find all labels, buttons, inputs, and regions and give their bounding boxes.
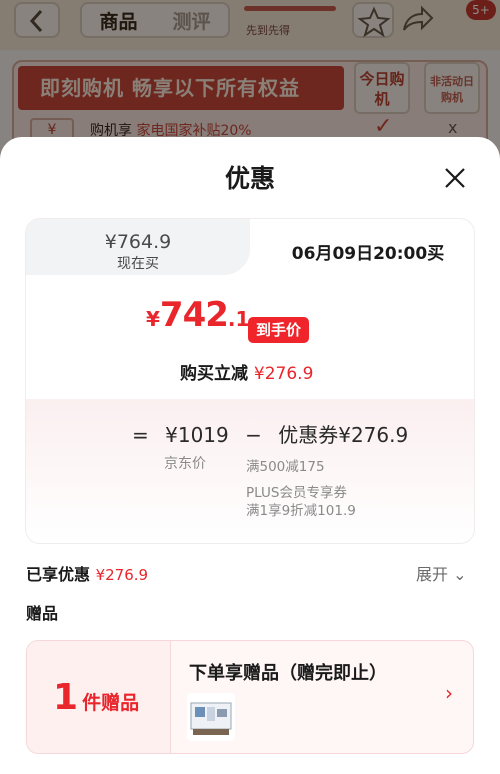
buy-later-tab[interactable]: 06月09日20:00买 [262, 239, 474, 264]
enjoyed-label: 已享优惠 [26, 565, 91, 584]
gift-card[interactable]: 1 件赠品 下单享赠品（赠完即止） › [26, 640, 474, 754]
formula-minus: − [245, 423, 262, 447]
price-card: ¥764.9 现在买 06月09日20:00买 ¥742.1 到手价 购买立减 … [26, 219, 474, 543]
close-button[interactable] [440, 163, 470, 193]
reduction-amount: ¥276.9 [253, 364, 314, 384]
close-icon [445, 168, 465, 188]
buy-now-tab[interactable]: ¥764.9 现在买 [26, 219, 250, 275]
final-price-integer: 742 [159, 295, 229, 335]
discount-sheet: 优惠 ¥764.9 现在买 06月09日20:00买 ¥742.1 到手价 购买… [0, 137, 500, 774]
coupon-condition-1: 满500减175 [246, 459, 325, 475]
gift-count: 1 件赠品 [53, 677, 139, 718]
final-price-decimal: .1 [227, 307, 250, 331]
coupon-plus-label: PLUS会员专享券 [246, 485, 347, 501]
instant-reduction: 购买立减 ¥276.9 [180, 359, 313, 384]
gift-headline: 下单享赠品（赠完即止） [189, 663, 387, 684]
gifts-section-title: 赠品 [26, 604, 59, 623]
formula-equals: = [132, 423, 149, 447]
chevron-right-icon: › [445, 681, 453, 705]
price-formula: = ¥1019 − 优惠券¥276.9 [132, 419, 418, 448]
enjoyed-amount: ¥276.9 [95, 566, 149, 584]
final-price: ¥742.1 [146, 295, 249, 335]
sheet-title: 优惠 [224, 164, 275, 193]
now-label: 现在买 [117, 256, 159, 272]
gift-product-icon [190, 702, 232, 735]
price-compare-header: ¥764.9 现在买 06月09日20:00买 [26, 219, 474, 275]
formula-jd-price: ¥1019 [165, 423, 229, 447]
price-breakdown: = ¥1019 − 优惠券¥276.9 京东价 满500减175 PLUS会员专… [26, 399, 474, 543]
gift-thumbnail-image[interactable] [187, 693, 235, 741]
formula-coupon: 优惠券¥276.9 [278, 423, 409, 447]
gift-count-unit: 件赠品 [82, 692, 140, 714]
hand-price-badge: 到手价 [248, 317, 310, 343]
gift-count-number: 1 [53, 677, 79, 718]
jd-price-label: 京东价 [164, 456, 206, 472]
reduction-label: 购买立减 [180, 364, 248, 384]
now-price: ¥764.9 [104, 231, 172, 253]
gift-count-box: 1 件赠品 [27, 641, 171, 753]
expand-button[interactable]: 展开 ⌄ [416, 561, 467, 585]
final-price-currency: ¥ [146, 307, 160, 331]
coupon-condition-2: 满1享9折减101.9 [246, 503, 356, 519]
enjoyed-discount: 已享优惠 ¥276.9 [26, 561, 148, 585]
